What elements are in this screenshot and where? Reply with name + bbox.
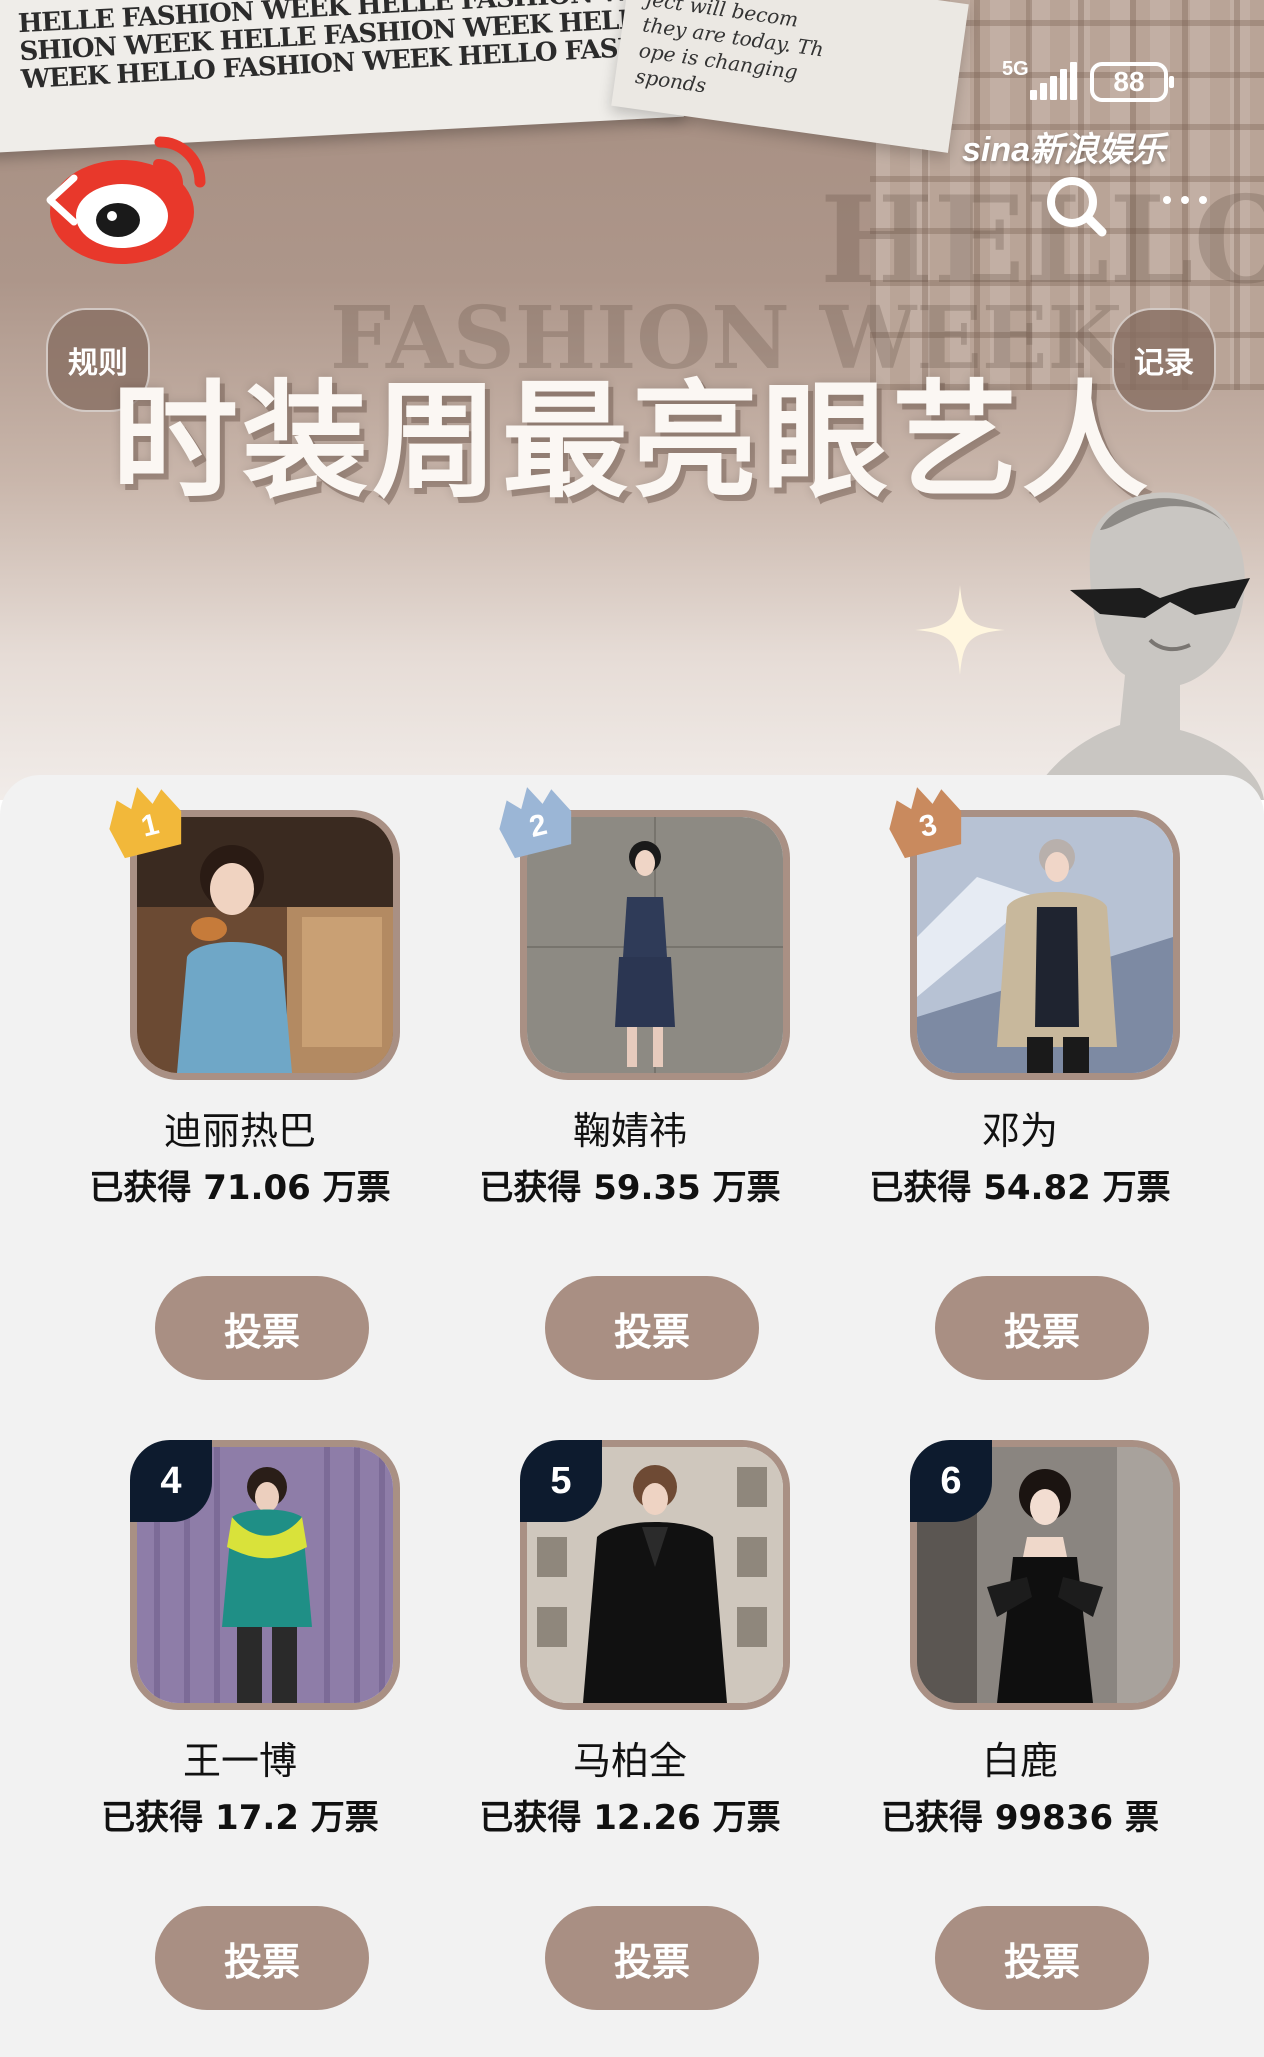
back-icon[interactable] xyxy=(38,170,88,230)
artist-card: 3 邓为 已获得 54.82 万票 投票 xyxy=(825,787,1215,1400)
artist-name: 王一博 xyxy=(182,1739,297,1783)
vote-button[interactable]: 投票 xyxy=(545,1906,759,2010)
rank-badge: 5 xyxy=(520,1440,602,1522)
artist-card: 6 白鹿 已获得 99836 票 投票 xyxy=(825,1440,1215,2030)
vote-button[interactable]: 投票 xyxy=(155,1906,369,2010)
artist-grid: 1 迪丽热巴 已获得 71.06 万票 投票 2 鞠婧祎 已获得 59.35 万… xyxy=(0,775,1264,2057)
rank-badge: 6 xyxy=(910,1440,992,1522)
artist-name: 白鹿 xyxy=(981,1739,1058,1783)
artist-card: 4 王一博 已获得 17.2 万票 投票 xyxy=(45,1440,435,2030)
artist-name: 鞠婧祎 xyxy=(572,1109,687,1153)
rank-badge: 4 xyxy=(130,1440,212,1522)
artist-name: 马柏全 xyxy=(572,1739,687,1783)
more-icon[interactable] xyxy=(1150,180,1220,220)
vote-count: 已获得 54.82 万票 xyxy=(869,1168,1171,1208)
network-indicator: 5G xyxy=(1002,58,1029,80)
vote-count: 已获得 12.26 万票 xyxy=(479,1798,781,1838)
artist-card: 1 迪丽热巴 已获得 71.06 万票 投票 xyxy=(45,787,435,1400)
artist-card: 2 鞠婧祎 已获得 59.35 万票 投票 xyxy=(435,787,825,1400)
battery-icon: 88 xyxy=(1090,62,1174,102)
sparkle-icon xyxy=(915,585,1005,675)
battery-level: 88 xyxy=(1113,66,1145,97)
header-banner: HELLO FASHION WEEK HELLE FASHION WEEK HE… xyxy=(0,0,1264,800)
vote-count: 已获得 71.06 万票 xyxy=(89,1168,391,1208)
vote-count: 已获得 99836 票 xyxy=(881,1798,1159,1838)
bronze-medal-icon: 3 xyxy=(889,787,962,859)
search-icon[interactable] xyxy=(1040,170,1112,242)
vote-button[interactable]: 投票 xyxy=(155,1276,369,1380)
gold-medal-icon: 1 xyxy=(109,787,182,859)
artist-name: 邓为 xyxy=(981,1109,1058,1153)
newspaper-clipping-2: ject will becom they are today. Th ope i… xyxy=(611,0,969,153)
artist-card: 5 马柏全 已获得 12.26 万票 投票 xyxy=(435,1440,825,2030)
vote-button[interactable]: 投票 xyxy=(935,1906,1149,2010)
vote-button[interactable]: 投票 xyxy=(545,1276,759,1380)
brand-logo: sina新浪娱乐 xyxy=(962,131,1167,169)
vote-count: 已获得 59.35 万票 xyxy=(479,1168,781,1208)
signal-icon xyxy=(1030,62,1077,100)
vote-button[interactable]: 投票 xyxy=(935,1276,1149,1380)
silver-medal-icon: 2 xyxy=(499,787,572,859)
vote-count: 已获得 17.2 万票 xyxy=(101,1798,379,1838)
artist-name: 迪丽热巴 xyxy=(163,1109,316,1153)
statue-icon xyxy=(1030,492,1264,800)
